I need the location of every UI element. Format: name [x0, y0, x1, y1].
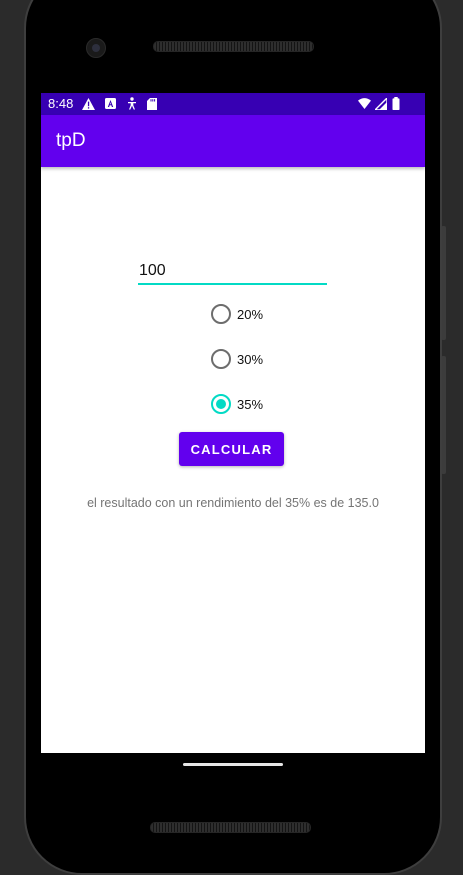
radio-label-35: 35%	[237, 396, 264, 412]
amount-input[interactable]	[138, 258, 327, 284]
home-gesture-handle[interactable]	[183, 763, 283, 766]
cell-signal-icon	[374, 97, 387, 110]
status-time: 8:48	[48, 96, 74, 111]
radio-option-35[interactable]: 35%	[211, 392, 263, 416]
sd-card-icon	[145, 97, 158, 110]
top-speaker-grille	[153, 41, 314, 52]
radio-button-20[interactable]	[211, 304, 231, 324]
radio-option-20[interactable]: 20%	[211, 302, 263, 326]
radio-button-35[interactable]	[211, 394, 231, 414]
app-title: tpD	[56, 130, 86, 151]
amount-input-underline	[138, 283, 327, 285]
warning-icon	[82, 97, 95, 110]
accessibility-icon	[125, 97, 138, 110]
calculate-button[interactable]: CALCULAR	[179, 432, 284, 466]
device-screen: 8:48 tpD 20% 30%	[41, 93, 425, 753]
status-bar: 8:48	[41, 93, 425, 115]
radio-label-30: 30%	[237, 351, 264, 367]
wifi-icon	[358, 97, 371, 110]
bottom-speaker-grille	[150, 822, 311, 833]
app-bar: tpD	[41, 115, 425, 167]
battery-icon	[389, 97, 402, 110]
front-camera-icon	[86, 38, 106, 58]
radio-option-30[interactable]: 30%	[211, 347, 263, 371]
radio-label-20: 20%	[237, 306, 264, 322]
amount-field[interactable]	[138, 258, 327, 285]
result-text: el resultado con un rendimiento del 35% …	[87, 496, 379, 510]
a-badge-icon	[104, 97, 117, 110]
radio-button-30[interactable]	[211, 349, 231, 369]
